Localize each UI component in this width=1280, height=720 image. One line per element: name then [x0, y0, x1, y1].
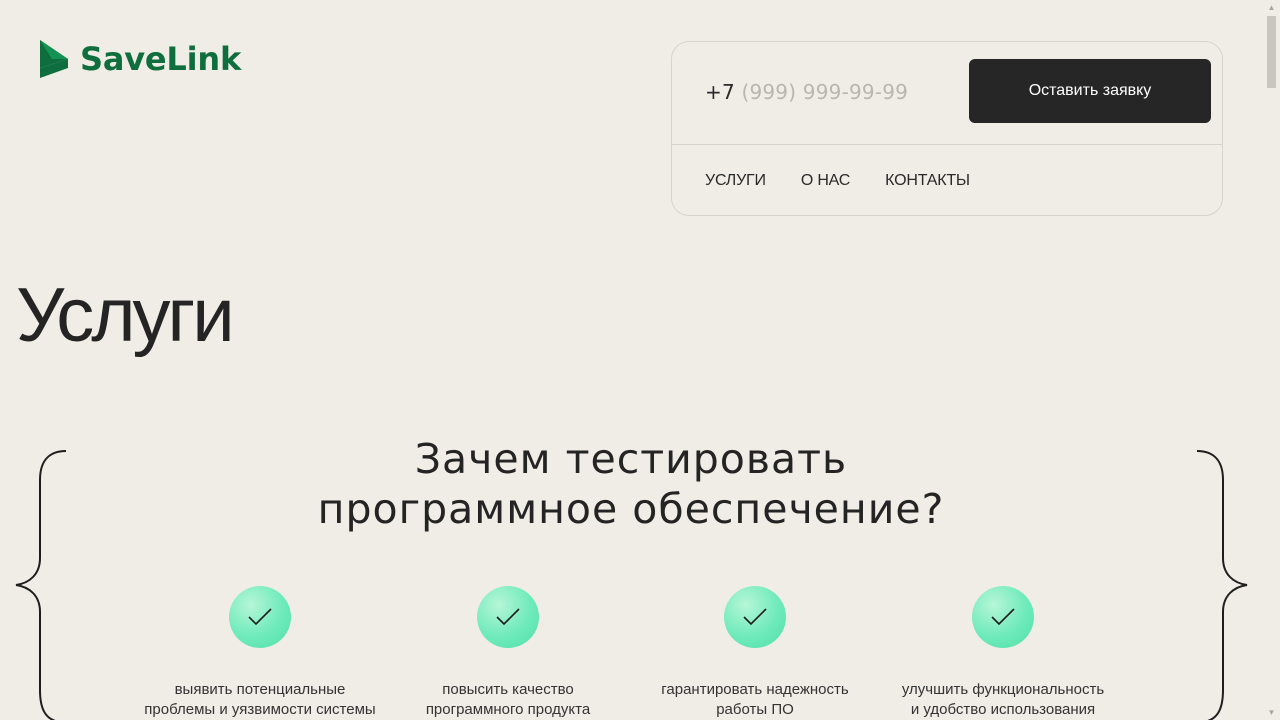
- vertical-scrollbar[interactable]: ▲ ▼: [1263, 0, 1280, 720]
- main-nav: УСЛУГИ О НАС КОНТАКТЫ: [705, 172, 970, 190]
- nav-item-about[interactable]: О НАС: [801, 172, 851, 190]
- logo-text: SaveLink: [80, 40, 242, 78]
- phone-prefix: +7: [705, 80, 735, 104]
- feature-item: повысить качество программного продукта: [378, 586, 638, 720]
- feature-text-line: проблемы и уязвимости системы: [144, 701, 376, 718]
- feature-text-line: выявить потенциальные: [174, 681, 346, 698]
- header-divider: [672, 144, 1222, 145]
- feature-text: повысить качество программного продукта: [378, 680, 638, 720]
- section-heading-line2: программное обеспечение?: [317, 485, 945, 533]
- phone-placeholder: (999) 999-99-99: [741, 80, 909, 104]
- feature-text-line: гарантировать надежность: [661, 681, 849, 698]
- feature-text: гарантировать надежность работы ПО: [625, 680, 885, 720]
- page-title: Услуги: [16, 273, 235, 358]
- feature-text-line: программного продукта: [425, 701, 591, 718]
- feature-text-line: повысить качество: [442, 681, 574, 698]
- header-card: +7 (999) 999-99-99 Оставить заявку УСЛУГ…: [671, 41, 1223, 216]
- scroll-thumb[interactable]: [1267, 16, 1276, 88]
- nav-item-services[interactable]: УСЛУГИ: [705, 172, 766, 190]
- logo-icon: [40, 40, 68, 78]
- check-icon: [972, 586, 1034, 648]
- feature-text: улучшить функциональность и удобство исп…: [873, 680, 1133, 720]
- feature-item: улучшить функциональность и удобство исп…: [873, 586, 1133, 720]
- feature-text-line: работы ПО: [716, 701, 794, 718]
- feature-text: выявить потенциальные проблемы и уязвимо…: [130, 680, 390, 720]
- feature-item: выявить потенциальные проблемы и уязвимо…: [130, 586, 390, 720]
- feature-text-line: улучшить функциональность: [901, 681, 1105, 698]
- scroll-down-icon[interactable]: ▼: [1267, 708, 1276, 717]
- feature-text-line: и удобство использования: [910, 701, 1096, 718]
- scroll-up-icon[interactable]: ▲: [1267, 3, 1276, 12]
- section-heading-line1: Зачем тестировать: [414, 435, 848, 483]
- section-heading: Зачем тестировать программное обеспечени…: [0, 434, 1262, 534]
- feature-item: гарантировать надежность работы ПО: [625, 586, 885, 720]
- phone-input[interactable]: +7 (999) 999-99-99: [705, 80, 908, 104]
- logo[interactable]: SaveLink: [40, 40, 241, 78]
- check-icon: [724, 586, 786, 648]
- request-button[interactable]: Оставить заявку: [969, 59, 1211, 123]
- check-icon: [477, 586, 539, 648]
- check-icon: [229, 586, 291, 648]
- nav-item-contacts[interactable]: КОНТАКТЫ: [885, 172, 970, 190]
